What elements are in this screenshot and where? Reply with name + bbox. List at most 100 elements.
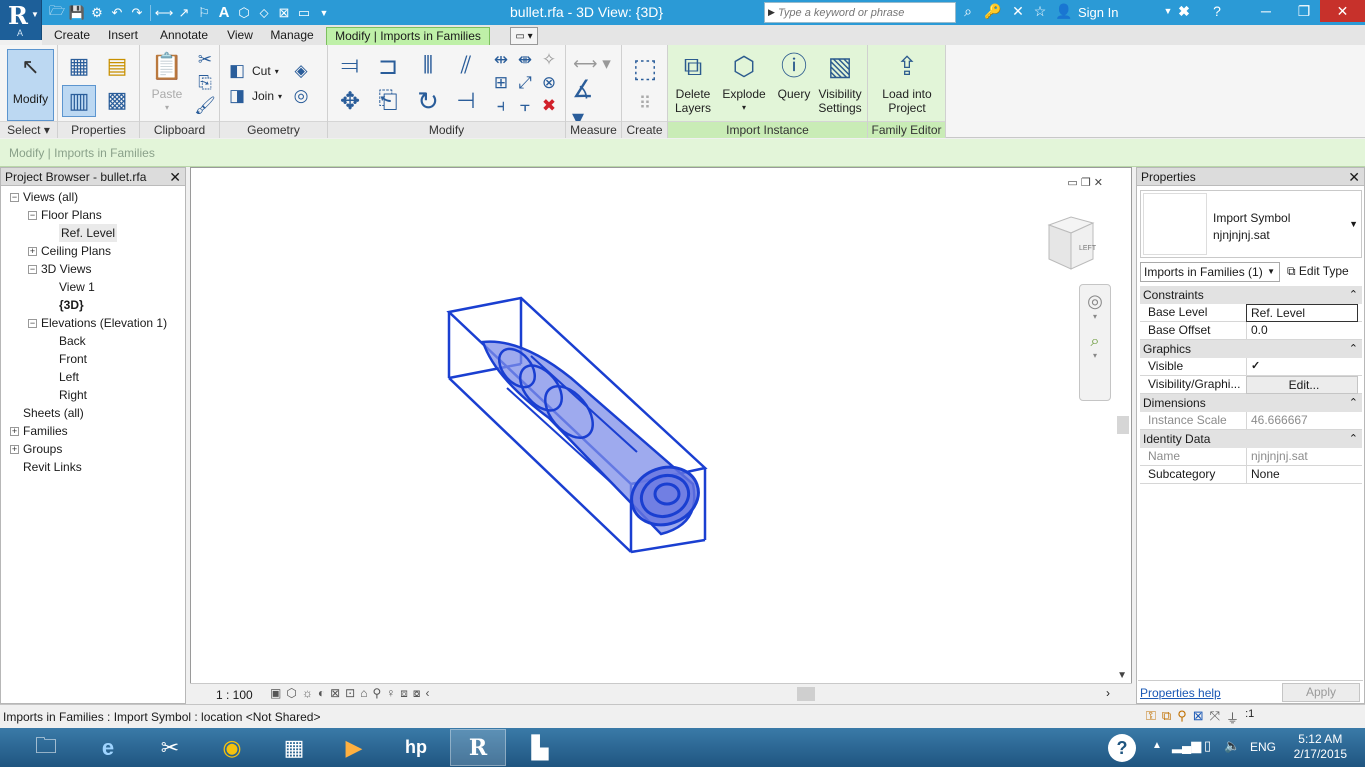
close-view-icon[interactable]: ✕ xyxy=(1094,177,1103,189)
close-icon[interactable]: ✕ xyxy=(1348,168,1360,186)
delete-layers-button[interactable]: ⧉ Delete Layers xyxy=(672,49,714,115)
measure-icon[interactable]: ⟷ xyxy=(155,4,174,22)
show-crop-icon[interactable]: ⊡ xyxy=(345,686,355,701)
explode-button[interactable]: ⬡ Explode ▾ xyxy=(720,49,768,115)
shadows-icon[interactable]: ◐ xyxy=(318,686,325,701)
property-value[interactable]: Edit... xyxy=(1246,376,1358,394)
help-icon[interactable]: ? xyxy=(1207,3,1227,22)
drawing-area[interactable]: ▭ ❐ ✕ LEFT ◎ ▾ ⌕ ▾ ▼ xyxy=(190,167,1132,704)
property-group-header[interactable]: Identity Data ⌃ xyxy=(1140,430,1362,448)
tag-icon[interactable]: ⚐ xyxy=(195,4,213,22)
horizontal-scrollbar-thumb[interactable] xyxy=(797,687,815,701)
media-player-icon[interactable]: ▶ xyxy=(326,729,382,766)
save-icon[interactable]: 💾 xyxy=(68,4,86,22)
pin-icon[interactable]: ⊗ xyxy=(538,72,560,94)
snipping-tool-icon[interactable]: ✂ xyxy=(142,729,198,766)
split-gap-icon[interactable]: ⇼ xyxy=(514,49,536,71)
application-menu-button[interactable]: R ▼ A xyxy=(0,0,42,40)
align-icon[interactable]: ⫤ xyxy=(334,51,366,81)
temporary-hide-icon[interactable]: ⚲ xyxy=(372,686,381,701)
collapse-group-icon[interactable]: ⌃ xyxy=(1349,430,1358,448)
visibility-settings-button[interactable]: ▧ Visibility Settings xyxy=(814,49,866,115)
mirror-draw-icon[interactable]: ⫽ xyxy=(450,51,482,81)
collapse-icon[interactable]: − xyxy=(28,265,37,274)
clock[interactable]: 5:12 AM 2/17/2015 xyxy=(1294,732,1347,762)
collapse-icon[interactable]: − xyxy=(28,319,37,328)
copy-element-icon[interactable]: ⎗ xyxy=(372,85,404,117)
help-tray-icon[interactable]: ? xyxy=(1108,734,1136,762)
modify-button[interactable]: ↖ Modify xyxy=(7,49,54,121)
open-icon[interactable]: 🗁 xyxy=(48,3,66,22)
select-panel-label[interactable]: Select ▾ xyxy=(0,121,57,138)
tab-create[interactable]: Create xyxy=(50,27,94,45)
tab-manage[interactable]: Manage xyxy=(266,27,318,45)
split-face-icon[interactable]: ◈ xyxy=(290,60,312,82)
property-value[interactable]: ✓ xyxy=(1246,358,1358,376)
expand-icon[interactable]: + xyxy=(28,247,37,256)
sign-in-button[interactable]: Sign In xyxy=(1078,5,1118,20)
collapse-group-icon[interactable]: ⌃ xyxy=(1349,394,1358,412)
collapse-group-icon[interactable]: ⌃ xyxy=(1349,286,1358,304)
tab-annotate[interactable]: Annotate xyxy=(152,27,216,45)
undo-icon[interactable]: ↶ xyxy=(108,4,126,22)
view-scale[interactable]: 1 : 100 xyxy=(216,688,253,702)
tree-item[interactable]: Views (all) xyxy=(23,188,78,206)
instance-filter-dropdown[interactable]: Imports in Families (1) ▼ xyxy=(1140,262,1280,282)
tray-expand-icon[interactable]: ▲ xyxy=(1152,740,1162,751)
crop-view-icon[interactable]: ⊠ xyxy=(330,686,340,701)
tree-item[interactable]: Revit Links xyxy=(23,458,82,476)
trim-single-icon[interactable]: ⫟ xyxy=(514,95,536,117)
language-indicator[interactable]: ENG xyxy=(1250,740,1276,754)
tree-item[interactable]: Elevations (Elevation 1) xyxy=(41,314,167,332)
tree-item[interactable]: Groups xyxy=(23,440,62,458)
join-geometry-button[interactable]: ◨ Join ▾ xyxy=(226,85,282,107)
tree-item[interactable]: 3D Views xyxy=(41,260,91,278)
cut-geometry-button[interactable]: ◧ Cut ▾ xyxy=(226,60,279,82)
scroll-left-arrow[interactable]: ‹ xyxy=(426,686,430,701)
text-icon[interactable]: A xyxy=(215,4,233,22)
unpin-icon[interactable]: ✧ xyxy=(538,49,560,71)
battery-icon[interactable]: ▯ xyxy=(1204,738,1211,754)
tree-item[interactable]: Ref. Level xyxy=(59,224,118,242)
minimize-view-icon[interactable]: ▭ xyxy=(1067,177,1077,189)
viewcube[interactable]: LEFT xyxy=(1041,213,1101,275)
filter-icon[interactable]: ⏚ xyxy=(1226,708,1239,727)
3d-view-icon[interactable]: ⬡ xyxy=(235,4,253,22)
tree-item[interactable]: Sheets (all) xyxy=(23,404,84,422)
expand-icon[interactable]: + xyxy=(10,445,19,454)
signal-icon[interactable]: ▂▄▆ xyxy=(1172,738,1201,754)
tree-item[interactable]: Back xyxy=(59,332,86,350)
cut-scissors-icon[interactable]: ✂ xyxy=(194,49,216,71)
expand-icon[interactable]: + xyxy=(10,427,19,436)
collapse-icon[interactable]: − xyxy=(10,193,19,202)
create-similar-icon[interactable]: ⠿ xyxy=(628,89,662,119)
mirror-axis-icon[interactable]: ⫴ xyxy=(412,51,444,81)
drag-elements-icon[interactable]: ⤧ xyxy=(1210,708,1220,727)
copy-icon[interactable]: ⎘ xyxy=(194,72,216,94)
file-explorer-icon[interactable]: 🗀 xyxy=(18,729,74,766)
lock-3d-view-icon[interactable]: ⌂ xyxy=(360,686,367,701)
split-element-icon[interactable]: ⇹ xyxy=(490,49,512,71)
autocad-taskbar-icon[interactable]: ▙ xyxy=(512,729,568,766)
close-button[interactable]: ✕ xyxy=(1320,0,1365,22)
tree-item[interactable]: Right xyxy=(59,386,87,404)
search-box[interactable]: ▶ xyxy=(764,2,956,23)
properties-toggle-icon[interactable]: ▥ xyxy=(62,85,96,117)
reveal-hidden-icon[interactable]: ♀ xyxy=(386,686,395,701)
load-into-project-button[interactable]: ⇪ Load into Project xyxy=(874,49,940,115)
exchange-apps-icon[interactable]: ✖ xyxy=(1174,3,1194,22)
close-hidden-windows-icon[interactable]: ⊠ xyxy=(275,4,293,22)
properties-help-link[interactable]: Properties help xyxy=(1140,686,1221,700)
communication-icon[interactable]: ✕ xyxy=(1008,3,1028,22)
collapse-icon[interactable]: − xyxy=(28,211,37,220)
bullet-model[interactable] xyxy=(431,288,731,568)
revit-taskbar-icon[interactable]: R xyxy=(450,729,506,766)
edit-type-button[interactable]: ⧉ Edit Type xyxy=(1287,262,1363,282)
property-group-header[interactable]: Constraints ⌃ xyxy=(1140,286,1362,304)
property-group-header[interactable]: Dimensions ⌃ xyxy=(1140,394,1362,412)
temporary-properties-icon[interactable]: ⧈ xyxy=(400,686,408,701)
tree-item[interactable]: {3D} xyxy=(59,296,84,314)
analytical-model-icon[interactable]: ⧇ xyxy=(413,686,421,701)
dimension-icon[interactable]: ↗ xyxy=(175,4,193,22)
query-button[interactable]: ⓘ Query xyxy=(774,49,814,101)
